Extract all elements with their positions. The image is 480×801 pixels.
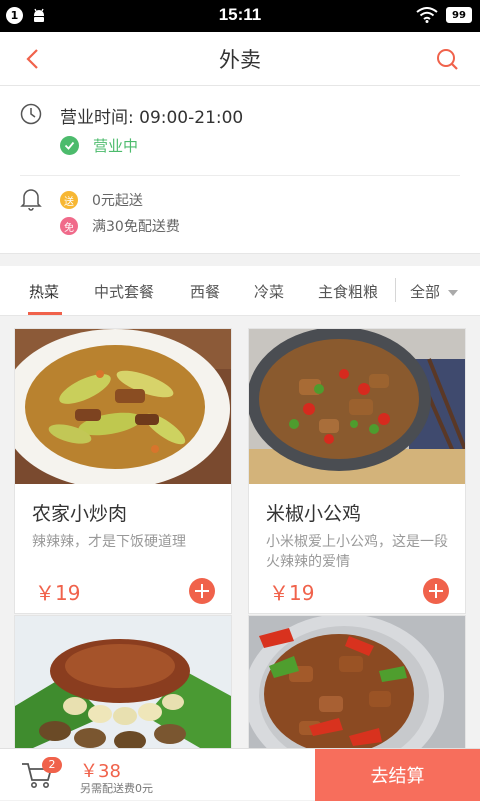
active-tab-indicator (28, 312, 62, 315)
clock-icon (20, 103, 42, 125)
wifi-icon (416, 7, 438, 23)
status-bar: 1 15:11 99 (0, 0, 480, 32)
category-tabs: 热菜 中式套餐 西餐 冷菜 主食粗粮 全部 (0, 266, 480, 316)
dish-card[interactable]: 农家小炒肉 辣辣辣，才是下饭硬道理 ￥19 (14, 328, 232, 614)
free-tag: 免 (60, 217, 78, 235)
dish-name: 米椒小公鸡 (266, 503, 362, 525)
promo-text: 满30免配送费 (92, 219, 180, 235)
check-icon (60, 136, 79, 155)
bell-icon (20, 189, 42, 211)
add-to-cart-button[interactable] (189, 578, 215, 604)
dish-description: 小米椒爱上小公鸡，这是一段火辣辣的爱情 (266, 534, 448, 570)
dish-name: 农家小炒肉 (32, 503, 128, 525)
shop-info-panel: 营业时间: 09:00-21:00 营业中 送 0元起送 免 满30免配送费 (0, 86, 480, 254)
battery-icon: 99 (446, 7, 472, 23)
tab-cold-dishes[interactable]: 冷菜 (254, 281, 284, 302)
dish-photo (249, 329, 465, 484)
clock-time: 15:11 (218, 5, 262, 24)
tab-separator (395, 278, 396, 302)
dish-price: ￥19 (35, 581, 81, 605)
tab-staples[interactable]: 主食粗粮 (318, 281, 378, 302)
nav-bar: 外卖 (0, 32, 480, 86)
dish-card[interactable] (14, 615, 232, 748)
dish-description: 辣辣辣，才是下饭硬道理 (32, 534, 186, 550)
status-right: 99 (416, 7, 472, 23)
divider (20, 175, 460, 176)
dish-card[interactable] (248, 615, 466, 748)
business-hours: 营业时间: 09:00-21:00 (60, 108, 244, 128)
dish-photo (15, 329, 231, 484)
open-status-text: 营业中 (93, 137, 139, 155)
tab-all-dropdown[interactable]: 全部 (410, 281, 459, 302)
page-title: 外卖 (219, 48, 261, 72)
dish-card[interactable]: 米椒小公鸡 小米椒爱上小公鸡，这是一段火辣辣的爱情 ￥19 (248, 328, 466, 614)
tab-all-label: 全部 (410, 283, 441, 301)
delivery-fee-note: 另需配送费0元 (80, 782, 153, 795)
dish-photo (15, 616, 231, 748)
add-to-cart-button[interactable] (423, 578, 449, 604)
tab-western[interactable]: 西餐 (190, 281, 220, 302)
search-icon[interactable] (434, 46, 460, 72)
dish-grid: 农家小炒肉 辣辣辣，才是下饭硬道理 ￥19 米椒小公鸡 小米椒爱上小公鸡，这是一… (0, 316, 480, 748)
cart-bar: 2 ￥38 另需配送费0元 去结算 (0, 748, 480, 801)
tab-chinese-set[interactable]: 中式套餐 (94, 281, 154, 302)
delivery-tag: 送 (60, 191, 78, 209)
chevron-down-icon (448, 289, 459, 296)
checkout-button[interactable]: 去结算 (315, 749, 480, 801)
open-status: 营业中 (60, 135, 138, 156)
promo-item: 免 满30免配送费 (60, 216, 180, 236)
tab-hot-dishes[interactable]: 热菜 (29, 281, 59, 302)
promo-item: 送 0元起送 (60, 190, 143, 210)
dish-price: ￥19 (269, 581, 315, 605)
promo-text: 0元起送 (92, 193, 143, 209)
dish-photo (249, 616, 465, 748)
cart-count-badge: 2 (42, 757, 62, 773)
